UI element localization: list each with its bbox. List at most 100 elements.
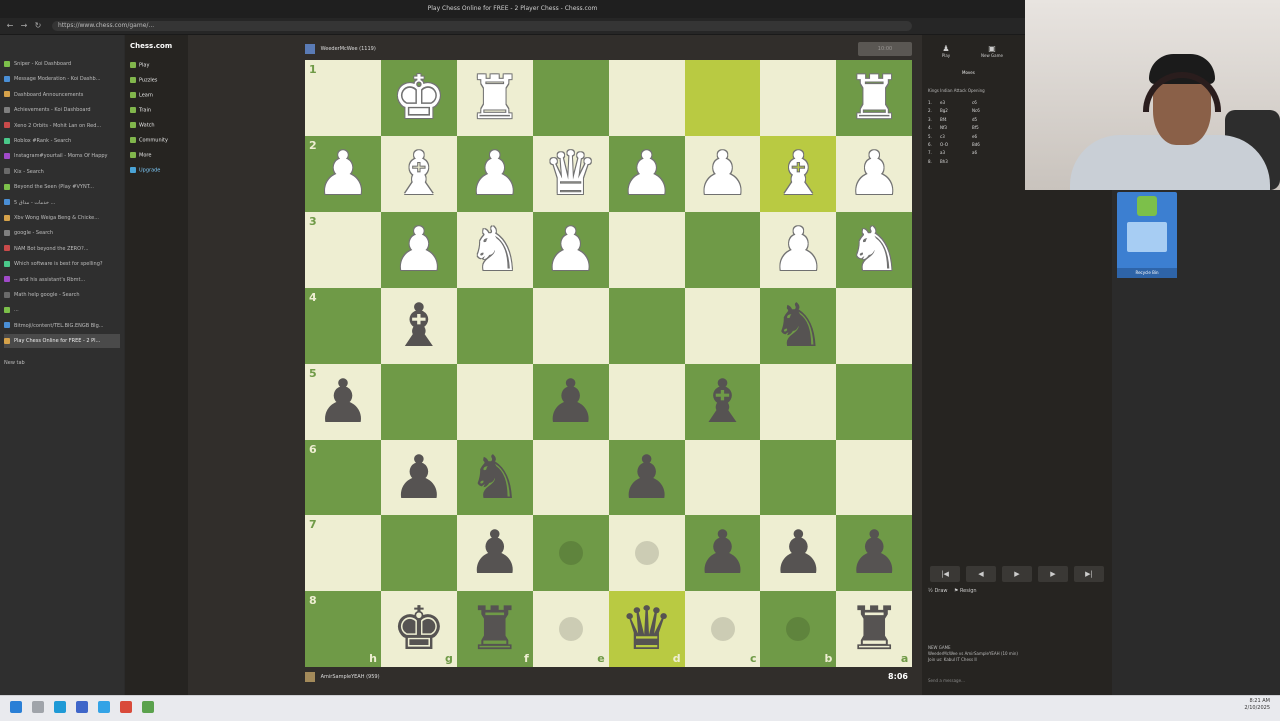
nav-item-learn[interactable]: Learn	[130, 92, 153, 99]
board-square[interactable]: ♟	[760, 211, 837, 288]
board-square[interactable]	[608, 515, 685, 592]
board-square[interactable]: b	[760, 591, 837, 668]
black-queen-icon[interactable]: ♛	[609, 591, 685, 667]
board-square[interactable]: ♟	[836, 135, 913, 212]
board-square[interactable]	[608, 363, 685, 440]
board-square[interactable]	[760, 363, 837, 440]
move-hint-dot[interactable]	[558, 617, 583, 642]
nav-item-puzzles[interactable]: Puzzles	[130, 77, 157, 84]
board-square[interactable]	[608, 60, 685, 136]
chess-board[interactable]: 1 ♚ ♜ ♜ 2 ♟ ♝ ♟ ♛ ♟ ♟ ♝ ♟ 3 ♟ ♞ ♟ ♟ ♞ 4 ♝ ♞ 5 ♟ ♟ ♝ 6 ♟ ♞ ♟ 7 ♟ ♟ ♟ ♟ 8 h g ♚ f…	[305, 60, 913, 668]
browser-tab[interactable]: ...	[4, 303, 120, 317]
board-square[interactable]	[760, 439, 837, 516]
system-tray[interactable]: 8:21 AM 2/10/2025	[1190, 698, 1270, 712]
board-square[interactable]	[532, 287, 609, 364]
board-square[interactable]: ♟	[684, 135, 761, 212]
white-pawn-icon[interactable]: ♟	[836, 136, 912, 212]
board-square[interactable]	[456, 287, 533, 364]
edge-icon[interactable]	[54, 701, 66, 713]
board-square[interactable]: 5 ♟	[305, 363, 381, 440]
board-square[interactable]	[684, 287, 761, 364]
board-square[interactable]: ♚	[380, 60, 457, 136]
black-rook-icon[interactable]: ♜	[836, 591, 912, 667]
board-square[interactable]	[836, 439, 913, 516]
board-square[interactable]	[760, 60, 837, 136]
black-knight-icon[interactable]: ♞	[760, 288, 836, 364]
browser-tab[interactable]: خدمات - مذاق 5 ...	[4, 196, 120, 210]
white-bishop-icon[interactable]: ♝	[760, 136, 836, 212]
white-pawn-icon[interactable]: ♟	[533, 212, 609, 288]
black-move[interactable]: d5	[972, 117, 977, 122]
board-square[interactable]: ♝	[380, 135, 457, 212]
refresh-icon[interactable]: ↻	[32, 20, 44, 32]
white-move[interactable]: Bh3	[940, 159, 972, 164]
back-icon[interactable]: ←	[4, 20, 16, 32]
board-square[interactable]: 6	[305, 439, 381, 516]
black-pawn-icon[interactable]: ♟	[836, 515, 912, 591]
board-square[interactable]: ♝	[684, 363, 761, 440]
board-square[interactable]: ♞	[456, 439, 533, 516]
nav-item-upgrade[interactable]: Upgrade	[130, 167, 160, 174]
board-square[interactable]: ♟	[456, 135, 533, 212]
white-rook-icon[interactable]: ♜	[836, 60, 912, 136]
board-square[interactable]	[380, 363, 457, 440]
board-square[interactable]: f ♜	[456, 591, 533, 668]
app-icon[interactable]	[120, 701, 132, 713]
black-move[interactable]: c6	[972, 100, 977, 105]
white-bishop-icon[interactable]: ♝	[381, 136, 457, 212]
forward-button[interactable]: ▶	[1038, 566, 1068, 582]
board-square[interactable]	[684, 439, 761, 516]
first-move-button[interactable]: |◀	[930, 566, 960, 582]
black-king-icon[interactable]: ♚	[381, 591, 457, 667]
browser-tab[interactable]: Xbv Wong Weiga Beng & Chicke...	[4, 211, 120, 225]
nav-item-community[interactable]: Community	[130, 137, 168, 144]
board-square[interactable]: 1	[305, 60, 381, 136]
black-move[interactable]: a6	[972, 150, 977, 155]
bottom-player-avatar[interactable]	[305, 671, 315, 682]
white-king-icon[interactable]: ♚	[381, 60, 457, 136]
white-pawn-icon[interactable]: ♟	[381, 212, 457, 288]
black-move[interactable]: e6	[972, 134, 977, 139]
move-hint-dot[interactable]	[710, 617, 735, 642]
board-square[interactable]	[608, 287, 685, 364]
board-square[interactable]	[532, 515, 609, 592]
black-pawn-icon[interactable]: ♟	[685, 515, 761, 591]
move-hint-dot[interactable]	[558, 541, 583, 566]
black-bishop-icon[interactable]: ♝	[685, 364, 761, 440]
browser-tab[interactable]: Xeno 2 Orbits - Mohit Lan on Red...	[4, 119, 120, 133]
board-square[interactable]: ♜	[836, 60, 913, 136]
black-move[interactable]: Bf5	[972, 125, 979, 130]
board-square[interactable]: 7	[305, 515, 381, 592]
chess-logo[interactable]: Chess.com	[130, 42, 172, 50]
task-view-icon[interactable]	[76, 701, 88, 713]
board-square[interactable]	[684, 211, 761, 288]
tab-moves[interactable]: Moves	[962, 70, 975, 75]
browser-tab[interactable]: Roblox #Rank - Search	[4, 134, 120, 148]
move-hint-dot[interactable]	[786, 617, 811, 642]
board-square[interactable]: ♟	[608, 135, 685, 212]
board-square[interactable]: ♝	[760, 135, 837, 212]
white-queen-icon[interactable]: ♛	[533, 136, 609, 212]
black-pawn-icon[interactable]: ♟	[381, 440, 457, 516]
white-move[interactable]: O-O	[940, 142, 972, 147]
draw-button[interactable]: ½ Draw	[928, 588, 948, 594]
black-pawn-icon[interactable]: ♟	[760, 515, 836, 591]
start-icon[interactable]	[10, 701, 22, 713]
black-move[interactable]: Nc6	[972, 108, 980, 113]
black-move[interactable]: Bd6	[972, 142, 980, 147]
browser-tab[interactable]: NAM Bot beyond the ZERO?...	[4, 242, 120, 256]
board-square[interactable]: 3	[305, 211, 381, 288]
black-rook-icon[interactable]: ♜	[457, 591, 533, 667]
nav-item-play[interactable]: Play	[130, 62, 149, 69]
black-pawn-icon[interactable]: ♟	[457, 515, 533, 591]
board-square[interactable]: ♜	[456, 60, 533, 136]
black-pawn-icon[interactable]: ♟	[533, 364, 609, 440]
board-square[interactable]	[608, 211, 685, 288]
board-square[interactable]	[532, 439, 609, 516]
tab-new-game[interactable]: ▣ New Game	[972, 44, 1012, 58]
board-square[interactable]: e	[532, 591, 609, 668]
board-square[interactable]: a ♜	[836, 591, 913, 668]
white-pawn-icon[interactable]: ♟	[760, 212, 836, 288]
board-square[interactable]: c	[684, 591, 761, 668]
board-square[interactable]: ♞	[456, 211, 533, 288]
